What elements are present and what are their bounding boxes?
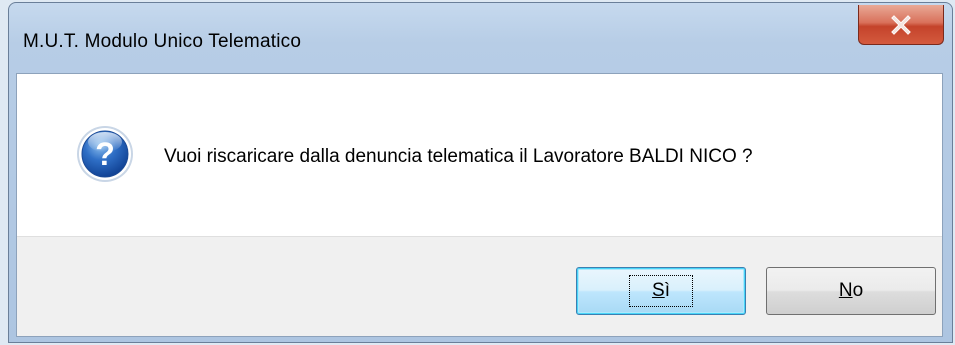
close-button[interactable] xyxy=(858,5,944,45)
button-bar: Sì No xyxy=(17,236,942,336)
yes-rest: ì xyxy=(664,280,670,301)
message-text: Vuoi riscaricare dalla denuncia telemati… xyxy=(164,146,753,167)
yes-mnemonic: S xyxy=(652,280,665,301)
close-icon xyxy=(891,14,911,35)
yes-button-label: Sì xyxy=(629,275,693,307)
window-title: M.U.T. Modulo Unico Telematico xyxy=(23,31,302,52)
yes-button[interactable]: Sì xyxy=(576,267,746,315)
dialog-window: M.U.T. Modulo Unico Telematico ? Vuoi ri… xyxy=(8,2,953,343)
question-icon: ? xyxy=(77,126,133,182)
dialog-body: ? Vuoi riscaricare dalla denuncia telema… xyxy=(16,73,943,337)
no-button-label: No xyxy=(816,275,886,307)
no-button[interactable]: No xyxy=(766,267,936,315)
title-bar[interactable]: M.U.T. Modulo Unico Telematico xyxy=(9,3,952,73)
no-mnemonic: N xyxy=(838,280,853,301)
svg-text:?: ? xyxy=(95,136,115,172)
no-rest: o xyxy=(852,280,864,301)
message-area: ? Vuoi riscaricare dalla denuncia telema… xyxy=(17,74,942,236)
